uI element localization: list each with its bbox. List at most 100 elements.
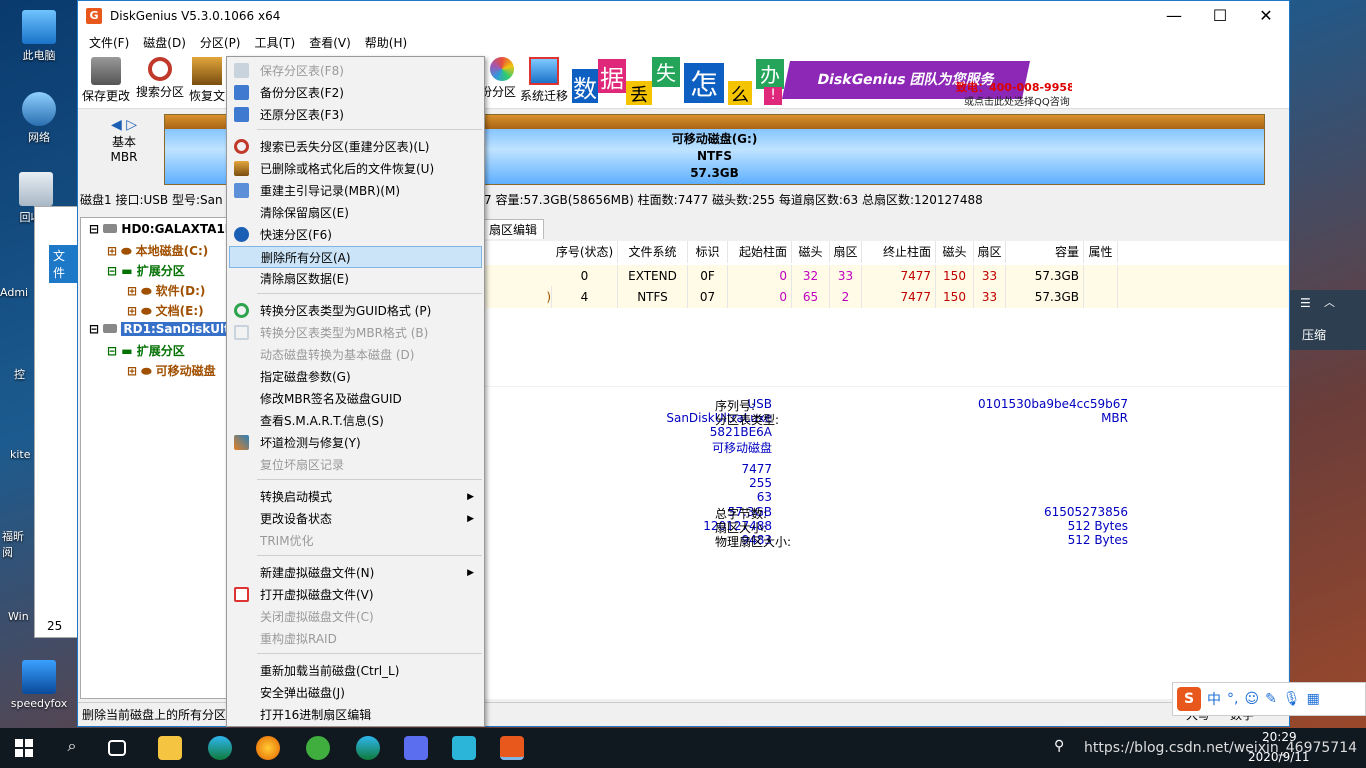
- phys-sector-value: 512 Bytes: [1067, 533, 1128, 547]
- background-panel: ☰ ︿ 压缩: [1290, 290, 1366, 350]
- col-id[interactable]: 标识: [688, 241, 728, 263]
- menu-item-file-recovery[interactable]: 已删除或格式化后的文件恢复(U): [229, 158, 482, 180]
- rocket-icon[interactable]: [452, 736, 476, 760]
- firefox-icon[interactable]: [256, 736, 280, 760]
- clock-time[interactable]: 20:29: [1262, 730, 1297, 744]
- menu-item-convert-mbr[interactable]: 转换分区表类型为MBR格式 (B): [229, 322, 482, 344]
- menu-item-boot-mode[interactable]: 转换启动模式 ▶: [229, 486, 482, 508]
- menu-item-reset-bad[interactable]: 复位坏扇区记录: [229, 454, 482, 476]
- tree-item-removable[interactable]: ⊞ ⬬ 可移动磁盘: [127, 362, 216, 379]
- tree-item-extended-2[interactable]: ⊟ ▬ 扩展分区: [107, 342, 185, 359]
- ptable-type-value: MBR: [1101, 411, 1128, 425]
- menu-help[interactable]: 帮助(H): [358, 34, 414, 51]
- col-start-cyl[interactable]: 起始柱面: [728, 241, 792, 263]
- menu-item-quick-partition[interactable]: 快速分区(F6): [229, 224, 482, 246]
- table-row[interactable]: ) 4 NTFS 07 0 65 2 7477 150 33 57.3GB: [482, 286, 1288, 308]
- menu-tools[interactable]: 工具(T): [248, 34, 303, 51]
- col-start-sector[interactable]: 扇区: [830, 241, 862, 263]
- menu-item-rebuild-raid[interactable]: 重构虚拟RAID: [229, 628, 482, 650]
- search-icon[interactable]: ⌕: [60, 736, 84, 760]
- table-row[interactable]: 0 EXTEND 0F 0 32 33 7477 150 33 57.3GB: [482, 265, 1288, 287]
- menu-item-convert-guid[interactable]: 转换分区表类型为GUID格式 (P): [229, 300, 482, 322]
- grid-icon[interactable]: ▦: [1307, 691, 1320, 707]
- col-start-head[interactable]: 磁头: [792, 241, 830, 263]
- menu-item-clear-reserved[interactable]: 清除保留扇区(E): [229, 202, 482, 224]
- menu-view[interactable]: 查看(V): [302, 34, 358, 51]
- windows-start-icon[interactable]: [12, 736, 36, 760]
- edge-icon[interactable]: [208, 736, 232, 760]
- menu-file[interactable]: 文件(F): [82, 34, 136, 51]
- background-explorer-window[interactable]: 文件 25: [34, 206, 78, 638]
- maximize-button[interactable]: ☐: [1197, 1, 1243, 31]
- ime-punct[interactable]: °,: [1227, 691, 1238, 707]
- compress-label[interactable]: 压缩: [1302, 326, 1326, 343]
- emoji-icon[interactable]: ☺: [1244, 691, 1259, 707]
- desktop-icon-network[interactable]: 网络: [4, 92, 74, 145]
- menu-item-delete-all-partitions[interactable]: 删除所有分区(A): [229, 246, 482, 268]
- tree-item-hd0[interactable]: ⊟ HD0:GALAXTA1D: [89, 222, 235, 236]
- people-icon[interactable]: ⚲: [1054, 738, 1064, 754]
- col-capacity[interactable]: 容量: [1006, 241, 1084, 263]
- pen-icon[interactable]: ✎: [1265, 691, 1277, 707]
- browser-360-icon[interactable]: [306, 736, 330, 760]
- menu-item-rebuild-mbr[interactable]: 重建主引导记录(MBR)(M): [229, 180, 482, 202]
- menu-icon[interactable]: ☰: [1300, 296, 1311, 310]
- desktop-icon-this-pc[interactable]: 此电脑: [4, 10, 74, 63]
- menu-item-search-lost[interactable]: 搜索已丢失分区(重建分区表)(L): [229, 136, 482, 158]
- system-migration-button[interactable]: 系统迁移: [516, 57, 572, 104]
- sogou-icon[interactable]: S: [1177, 687, 1201, 711]
- menu-partition[interactable]: 分区(P): [193, 34, 248, 51]
- ime-mode[interactable]: 中: [1207, 689, 1221, 709]
- menu-item-smart[interactable]: 查看S.M.A.R.T.信息(S): [229, 410, 482, 432]
- tree-item-c[interactable]: ⊞ ⬬ 本地磁盘(C:): [107, 242, 208, 259]
- menu-item-open-vdisk[interactable]: 打开虚拟磁盘文件(V): [229, 584, 482, 606]
- menu-item-dynamic-to-basic[interactable]: 动态磁盘转换为基本磁盘 (D): [229, 344, 482, 366]
- mic-icon[interactable]: 🎙: [1283, 691, 1301, 707]
- col-end-sector[interactable]: 扇区: [974, 241, 1006, 263]
- disk-nav-arrows[interactable]: ◀ ▷: [102, 117, 146, 133]
- tree-item-rd1[interactable]: ⊟ RD1:SanDiskUltr: [89, 322, 238, 336]
- diskgenius-taskbar-icon[interactable]: [500, 736, 524, 760]
- tree-item-e[interactable]: ⊞ ⬬ 文档(E:): [127, 302, 204, 319]
- menu-item-reload-disk[interactable]: 重新加载当前磁盘(Ctrl_L): [229, 660, 482, 682]
- ad-banner[interactable]: 数 据 丢 失 怎 么 办 ! DiskGenius 团队为您服务 致电：400…: [572, 55, 1072, 107]
- disk-style-label: MBR: [110, 150, 138, 164]
- menu-item-eject-disk[interactable]: 安全弹出磁盘(J): [229, 682, 482, 704]
- col-end-cyl[interactable]: 终止柱面: [862, 241, 936, 263]
- minimize-button[interactable]: —: [1151, 1, 1197, 31]
- menu-item-bad-sector[interactable]: 坏道检测与修复(Y): [229, 432, 482, 454]
- menu-disk[interactable]: 磁盘(D): [136, 34, 193, 51]
- desktop-icon-speedyfox[interactable]: speedyfox: [4, 660, 74, 710]
- file-explorer-icon[interactable]: [158, 736, 182, 760]
- task-view-icon[interactable]: [108, 740, 126, 756]
- edge-canary-icon[interactable]: [356, 736, 380, 760]
- close-button[interactable]: ✕: [1243, 1, 1289, 31]
- explorer-tab[interactable]: 文件: [49, 245, 77, 283]
- menu-item-clear-sectors[interactable]: 清除扇区数据(E): [229, 268, 482, 290]
- recover-files-button[interactable]: 恢复文: [186, 57, 228, 104]
- menu-item-trim[interactable]: TRIM优化: [229, 530, 482, 552]
- banner-qq[interactable]: 或点击此处选择QQ咨询: [964, 93, 1070, 107]
- col-attr[interactable]: 属性: [1084, 241, 1118, 263]
- title-bar[interactable]: G DiskGenius V5.3.0.1066 x64 — ☐ ✕: [78, 1, 1289, 31]
- menu-item-close-vdisk[interactable]: 关闭虚拟磁盘文件(C): [229, 606, 482, 628]
- menu-item-device-state[interactable]: 更改设备状态 ▶: [229, 508, 482, 530]
- tree-item-extended-1[interactable]: ⊟ ▬ 扩展分区: [107, 262, 185, 279]
- menu-item-restore-ptable[interactable]: 还原分区表(F3): [229, 104, 482, 126]
- col-fs[interactable]: 文件系统: [618, 241, 688, 263]
- clock-date[interactable]: 2020/9/11: [1248, 750, 1310, 764]
- menu-item-hex-editor[interactable]: 打开16进制扇区编辑: [229, 704, 482, 726]
- chevron-up-icon[interactable]: ︿: [1324, 294, 1335, 310]
- menu-item-save-ptable[interactable]: 保存分区表(F8): [229, 60, 482, 82]
- menu-item-new-vdisk[interactable]: 新建虚拟磁盘文件(N) ▶: [229, 562, 482, 584]
- menu-item-mbr-signature[interactable]: 修改MBR签名及磁盘GUID: [229, 388, 482, 410]
- menu-item-backup-ptable[interactable]: 备份分区表(F2): [229, 82, 482, 104]
- col-index[interactable]: 序号(状态): [552, 241, 618, 263]
- menu-item-disk-params[interactable]: 指定磁盘参数(G): [229, 366, 482, 388]
- search-partition-button[interactable]: 搜索分区: [132, 57, 188, 100]
- save-changes-button[interactable]: 保存更改: [78, 57, 134, 104]
- feishu-icon[interactable]: [404, 736, 428, 760]
- tab-sector-edit[interactable]: 扇区编辑: [482, 219, 545, 239]
- tree-item-d[interactable]: ⊞ ⬬ 软件(D:): [127, 282, 205, 299]
- col-end-head[interactable]: 磁头: [936, 241, 974, 263]
